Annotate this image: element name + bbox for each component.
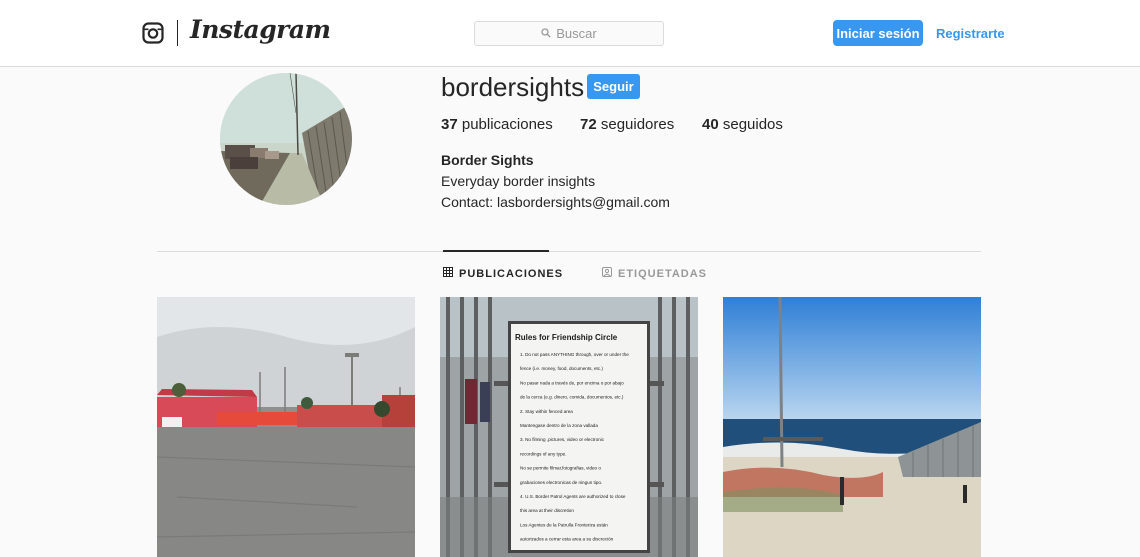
- tab-publicaciones[interactable]: PUBLICACIONES: [443, 267, 563, 280]
- sign-line: grabaciones electronicas de ningun tipo.: [520, 480, 602, 485]
- search-placeholder: Buscar: [556, 26, 597, 41]
- profile-username: bordersights: [441, 72, 585, 102]
- active-tab-indicator: [443, 250, 549, 252]
- sign-line: Los Agentes de la Patrulla Fronteriza es…: [520, 522, 608, 527]
- bio-contact: Contact: lasbordersights@gmail.com: [441, 194, 670, 210]
- posts-count: 37: [441, 116, 458, 133]
- logo-divider: [177, 20, 178, 46]
- tab-etiquetadas-label: ETIQUETADAS: [618, 267, 708, 280]
- followers-stat[interactable]: 72 seguidores: [580, 116, 674, 133]
- register-link[interactable]: Registrarte: [936, 26, 1005, 41]
- sign-line: recordings of any type.: [520, 451, 566, 456]
- tab-publicaciones-label: PUBLICACIONES: [459, 267, 564, 280]
- top-navigation-bar: Instagram Buscar Iniciar sesión Registra…: [0, 0, 1140, 67]
- following-label: seguidos: [722, 116, 783, 133]
- followers-count: 72: [580, 116, 597, 133]
- grid-icon: [443, 267, 453, 280]
- instagram-wordmark[interactable]: Instagram: [190, 15, 331, 44]
- sign-line: fence (i.e. money, food, documents, etc.…: [520, 366, 603, 371]
- tabs-divider: [157, 251, 981, 252]
- sign-line: Mantengase dentro de la zona vallada: [520, 423, 598, 428]
- posts-label: publicaciones: [461, 116, 553, 133]
- post-thumbnail-1[interactable]: [157, 297, 415, 557]
- profile-avatar[interactable]: [220, 73, 352, 205]
- following-stat[interactable]: 40 seguidos: [702, 116, 783, 133]
- sign-line: 1. Do not pass ANYTHING through, over or…: [520, 352, 629, 357]
- login-button[interactable]: Iniciar sesión: [833, 20, 923, 46]
- follow-button[interactable]: Seguir: [587, 74, 640, 99]
- tagged-icon: [602, 267, 612, 280]
- following-count: 40: [702, 116, 719, 133]
- search-icon: [541, 26, 551, 41]
- sign-line: No se permite filmar,fotografias, video …: [520, 466, 601, 471]
- sign-line: 4. U.S. Border Patrol Agents are authori…: [520, 494, 626, 499]
- sign-line: No pasar nada a través de, por encima o …: [520, 380, 624, 385]
- post-thumbnail-3[interactable]: [723, 297, 981, 557]
- sign-line: de la cerca (e.g. dinero, comida, docume…: [520, 395, 624, 400]
- bio-description: Everyday border insights: [441, 173, 596, 189]
- bio-name: Border Sights: [441, 152, 534, 168]
- sign-line: 3. No filming ,pictures, video or electr…: [520, 437, 605, 442]
- posts-stat: 37 publicaciones: [441, 116, 553, 133]
- sign-line: this area at their discretion: [520, 508, 574, 513]
- sign-title: Rules for Friendship Circle: [515, 333, 618, 342]
- post-thumbnail-2[interactable]: 1. Do not pass ANYTHING through, over or…: [440, 297, 698, 557]
- sign-line: 2. Stay within fenced area: [520, 409, 573, 414]
- followers-label: seguidores: [600, 116, 675, 133]
- search-input[interactable]: Buscar: [474, 21, 664, 46]
- sign-line: autorizados a cerrar esta area a su disc…: [520, 537, 614, 542]
- instagram-glyph-icon[interactable]: [142, 22, 164, 44]
- tab-etiquetadas[interactable]: ETIQUETADAS: [602, 267, 707, 280]
